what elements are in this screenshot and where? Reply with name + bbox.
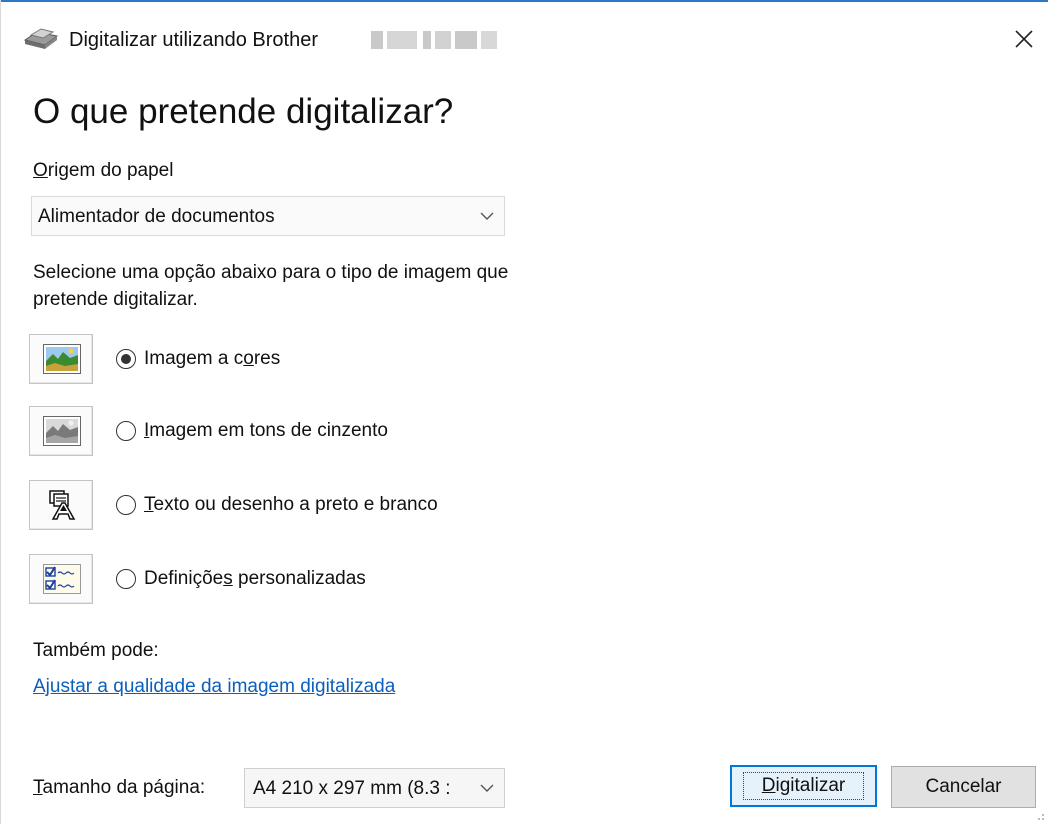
redacted-model-name	[371, 31, 499, 49]
option-label-mnemonic: o	[243, 348, 254, 369]
option-color-picture[interactable]: Imagem a cores	[29, 334, 529, 384]
color-picture-radio[interactable]	[116, 349, 136, 369]
option-label-mnemonic: T	[144, 494, 154, 515]
color-picture-label[interactable]: Imagem a cores	[144, 348, 280, 370]
option-custom-settings[interactable]: Definições personalizadas	[29, 554, 529, 604]
text-drawing-button[interactable]	[29, 480, 93, 530]
close-button[interactable]	[1001, 16, 1047, 62]
grayscale-picture-radio[interactable]	[116, 421, 136, 441]
paper-source-value: Alimentador de documentos	[38, 206, 275, 227]
grayscale-picture-button[interactable]	[29, 406, 93, 456]
scan-button[interactable]: Digitalizar	[730, 765, 877, 807]
cancel-button[interactable]: Cancelar	[891, 766, 1036, 808]
page-size-label-mnemonic: T	[33, 777, 43, 798]
custom-settings-icon	[43, 564, 81, 594]
grayscale-picture-icon	[43, 416, 81, 446]
page-size-value: A4 210 x 297 mm (8.3 :	[253, 778, 451, 799]
custom-settings-button[interactable]	[29, 554, 93, 604]
text-drawing-label[interactable]: Texto ou desenho a preto e branco	[144, 494, 438, 516]
option-label-mnemonic: s	[223, 568, 233, 589]
chevron-down-icon	[480, 212, 494, 220]
chevron-down-icon	[480, 784, 494, 792]
also-label: Também pode:	[33, 640, 159, 661]
scan-button-mnemonic: D	[761, 775, 776, 796]
text-drawing-radio[interactable]	[116, 495, 136, 515]
option-text-drawing[interactable]: Texto ou desenho a preto e branco	[29, 480, 529, 530]
option-label-post: exto ou desenho a preto e branco	[153, 494, 438, 515]
radio-selected-dot	[121, 354, 131, 364]
paper-source-label-mnemonic: O	[33, 160, 48, 181]
option-grayscale-picture[interactable]: Imagem em tons de cinzento	[29, 406, 529, 456]
grayscale-picture-label[interactable]: Imagem em tons de cinzento	[144, 420, 388, 442]
scanner-icon	[23, 28, 59, 49]
adjust-quality-link[interactable]: Ajustar a qualidade da imagem digitaliza…	[33, 676, 395, 698]
window-title: Digitalizar utilizando Brother	[69, 29, 319, 51]
color-picture-button[interactable]	[29, 334, 93, 384]
text-drawing-icon	[49, 490, 76, 520]
paper-source-label-text: rigem do papel	[47, 160, 174, 181]
page-size-dropdown[interactable]: A4 210 x 297 mm (8.3 :	[244, 768, 505, 808]
option-label-post: personalizadas	[232, 568, 366, 589]
custom-settings-radio[interactable]	[116, 569, 136, 589]
custom-settings-label[interactable]: Definições personalizadas	[144, 568, 366, 590]
page-size-label: Tamanho da página:	[33, 777, 205, 799]
resize-grip-icon[interactable]	[1033, 809, 1045, 821]
scan-button-focus: Digitalizar	[742, 772, 865, 800]
option-label-post: res	[253, 348, 281, 369]
scan-dialog: Digitalizar utilizando Brother O que pre…	[0, 0, 1048, 824]
title-bar[interactable]: Digitalizar utilizando Brother	[1, 2, 1048, 76]
option-label-post: magem em tons de cinzento	[149, 420, 388, 441]
option-label-pre: Imagem a c	[144, 348, 244, 369]
paper-source-label: Origem do papel	[33, 160, 173, 182]
option-label-pre: Definiçõe	[144, 568, 224, 589]
color-picture-icon	[43, 344, 81, 374]
cancel-button-label: Cancelar	[925, 776, 1002, 797]
option-description: Selecione uma opção abaixo para o tipo d…	[33, 262, 509, 310]
page-size-label-text: amanho da página:	[42, 777, 206, 798]
scan-button-label: igitalizar	[775, 775, 846, 796]
paper-source-dropdown[interactable]: Alimentador de documentos	[31, 196, 505, 236]
close-icon	[1015, 30, 1033, 48]
page-heading: O que pretende digitalizar?	[33, 92, 454, 131]
